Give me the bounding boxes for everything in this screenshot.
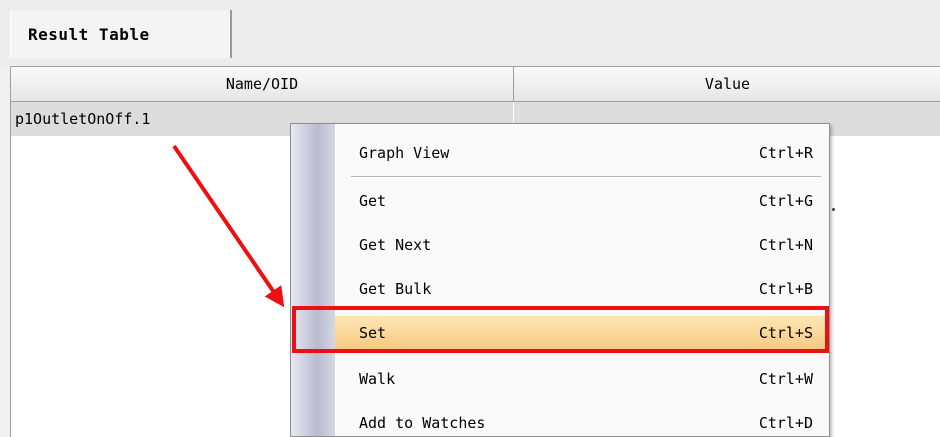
context-menu: Graph View Ctrl+R Get Ctrl+G Get Next Ct… [290,123,830,437]
menu-icon-gutter [291,124,335,436]
menu-separator [351,176,821,178]
arrow-line [172,144,285,308]
menu-item-walk[interactable]: Walk Ctrl+W [335,362,829,396]
menu-item-graph-view[interactable]: Graph View Ctrl+R [335,136,829,170]
annotation-highlight-box [292,306,829,353]
menu-item-get[interactable]: Get Ctrl+G [335,184,829,218]
menu-item-add-to-watches[interactable]: Add to Watches Ctrl+D [335,406,829,436]
menu-item-get-next[interactable]: Get Next Ctrl+N [335,228,829,262]
menu-item-get-bulk[interactable]: Get Bulk Ctrl+B [335,272,829,306]
